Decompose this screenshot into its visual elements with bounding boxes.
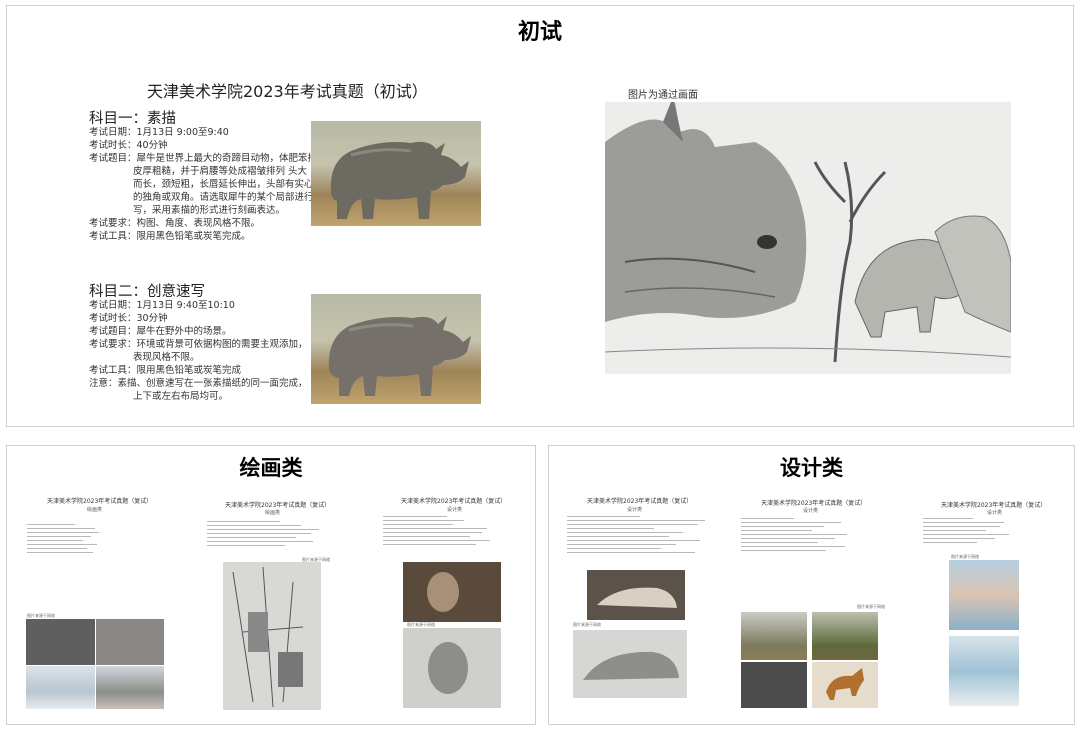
painting-panel: 绘画类 天津美术学院2023年考试真题（复试） 绘画类 图片来源于网络 天津美术… (6, 445, 536, 725)
mini-doc-text (741, 518, 859, 554)
subject2-line: 考试工具：限用黑色铅笔或炭笔完成 (89, 365, 242, 376)
mini-doc-text (207, 521, 325, 549)
mini-doc-subtitle: 设计类 (447, 507, 463, 513)
carved-stone-sketch (573, 630, 687, 698)
landscape-photo (741, 612, 807, 660)
terracotta-warrior-photo (403, 562, 501, 622)
subject2-line: 考试日期：1月13日 9:40至10:10 (89, 300, 235, 311)
mini-doc-title: 天津美术学院2023年考试真题（复试） (225, 502, 331, 509)
mini-doc-subtitle: 绘画类 (87, 507, 103, 513)
subject1-line: 考试工具：限用黑色铅笔或炭笔完成。 (89, 231, 251, 242)
image-caption: 图片为通过画面 (628, 90, 698, 101)
subject1-line: 而长，颈短粗，长唇延长伸出，头部有实心 (133, 179, 314, 190)
mini-doc-text (923, 518, 1013, 546)
illustration-image (949, 636, 1019, 706)
illustration-image (949, 560, 1019, 630)
subject2-line: 考试题目：犀牛在野外中的场景。 (89, 326, 232, 337)
subject1-line: 写，采用素描的形式进行刻画表达。 (133, 205, 286, 216)
mini-doc-title: 天津美术学院2023年考试真题（复试） (941, 502, 1047, 509)
subject1-heading: 科目一：素描 (89, 111, 176, 127)
mini-doc-subtitle: 设计类 (627, 507, 643, 513)
carved-stone-photo (587, 570, 685, 620)
subject2-line: 注意：素描、创意速写在一张素描纸的同一面完成， (89, 378, 308, 389)
section-title-initial: 初试 (517, 20, 562, 45)
sculpture-photo (96, 619, 164, 665)
subject1-line: 的独角或双角。请选取犀牛的某个局部进行默 (133, 192, 324, 203)
mini-doc-title: 天津美术学院2023年考试真题（复试） (761, 500, 867, 507)
horse-sculpture-photo (812, 662, 878, 708)
subject2-line: 表现风格不限。 (133, 352, 200, 363)
warrior-sketch-image (403, 628, 501, 708)
mini-doc-subtitle: 绘画类 (265, 510, 281, 516)
subject2-line: 上下或左右布局均可。 (133, 391, 229, 402)
mini-doc-text (383, 516, 499, 548)
subject1-line: 考试日期：1月13日 9:00至9:40 (89, 127, 229, 138)
subject1-line: 考试题目：犀牛是世界上最大的奇蹄目动物，体肥笨拙， (89, 153, 327, 164)
rhino-photo (311, 294, 481, 404)
snow-landscape-photo (96, 666, 164, 709)
exam-doc-title: 天津美术学院2023年考试真题（初试） (147, 82, 428, 101)
section-title-painting: 绘画类 (239, 456, 303, 480)
subject1-line: 考试要求：构图、角度、表现风格不限。 (89, 218, 261, 229)
snow-landscape-photo (26, 666, 95, 709)
rhino-photo (311, 121, 481, 226)
rhino-sketch-image (605, 102, 1011, 374)
mini-doc-subtitle: 设计类 (987, 510, 1003, 516)
mini-doc-subtitle: 设计类 (803, 508, 819, 514)
subject2-line: 考试要求：环境或背景可依据构图的需要主观添加， (89, 339, 308, 350)
subject1-line: 考试时长：40分钟 (89, 140, 168, 151)
subject1-line: 皮厚粗糙，并于肩腰等处成褶皱排列 头大 (133, 166, 308, 177)
mini-doc-title: 天津美术学院2023年考试真题（复试） (47, 498, 153, 505)
mini-image-caption: 图片来源于网络 (857, 604, 885, 609)
mini-doc-title: 天津美术学院2023年考试真题（复试） (401, 498, 507, 505)
landscape-painting (812, 612, 878, 660)
mini-doc-title: 天津美术学院2023年考试真题（复试） (587, 498, 693, 505)
horse-sculpture-photo (741, 662, 807, 708)
mini-doc-text (27, 524, 107, 556)
design-panel: 设计类 天津美术学院2023年考试真题（复试） 设计类 图片来源于网络 天津美术… (548, 445, 1075, 725)
mini-doc-text (567, 516, 712, 556)
mini-image-caption: 图片来源于网络 (573, 622, 601, 627)
section-title-design: 设计类 (780, 456, 843, 480)
subject2-heading: 科目二：创意速写 (89, 284, 205, 300)
initial-exam-panel: 初试 天津美术学院2023年考试真题（初试） 科目一：素描 考试日期：1月13日… (6, 5, 1074, 427)
sculpture-photo (26, 619, 95, 665)
subject2-line: 考试时长：30分钟 (89, 313, 168, 324)
sketch-image (223, 562, 321, 710)
